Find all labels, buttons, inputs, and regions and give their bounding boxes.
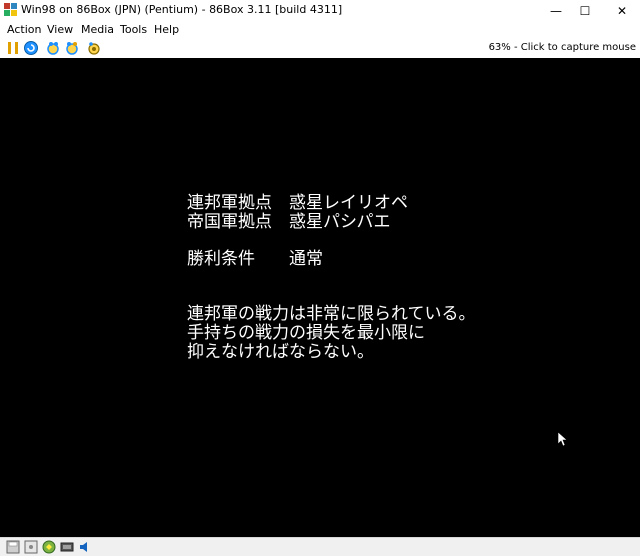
briefing-line-3: 抑えなければならない。 xyxy=(187,342,374,362)
close-icon: ✕ xyxy=(616,3,628,18)
cdrom-drive-icon[interactable] xyxy=(24,540,38,554)
briefing-line-1: 連邦軍の戦力は非常に限られている。 xyxy=(187,304,476,324)
emulator-screen[interactable]: 連邦軍拠点 惑星レイリオペ 帝国軍拠点 惑星パシパエ 勝利条件 通常 連邦軍の戦… xyxy=(0,58,640,537)
settings-icon[interactable] xyxy=(86,40,102,56)
menu-action[interactable]: Action xyxy=(7,23,41,36)
menu-help[interactable]: Help xyxy=(154,23,179,36)
menu-bar: Action View Media Tools Help xyxy=(0,21,640,38)
federation-base-line: 連邦軍拠点 惑星レイリオペ xyxy=(187,193,408,213)
floppy-drive-icon[interactable] xyxy=(6,540,20,554)
empire-base-line: 帝国軍拠点 惑星パシパエ xyxy=(187,212,391,232)
toolbar: 63% - Click to capture mouse xyxy=(0,38,640,58)
menu-view[interactable]: View xyxy=(47,23,73,36)
86box-app-icon[interactable] xyxy=(4,3,17,16)
pause-icon[interactable] xyxy=(5,40,21,56)
minimize-icon: — xyxy=(550,3,562,18)
network-icon[interactable] xyxy=(60,540,74,554)
maximize-icon: ☐ xyxy=(579,3,591,18)
menu-tools[interactable]: Tools xyxy=(120,23,147,36)
victory-condition-line: 勝利条件 通常 xyxy=(187,249,323,269)
menu-media[interactable]: Media xyxy=(81,23,114,36)
briefing-line-2: 手持ちの戦力の損失を最小限に xyxy=(187,323,425,343)
title-bar[interactable]: Win98 on 86Box (JPN) (Pentium) - 86Box 3… xyxy=(0,0,640,21)
mouse-cursor-icon xyxy=(558,432,568,447)
close-button[interactable]: ✕ xyxy=(606,0,638,21)
minimize-button[interactable]: — xyxy=(540,0,572,21)
hard-reset-icon[interactable] xyxy=(64,40,80,56)
ctrl-alt-del-icon[interactable] xyxy=(23,40,39,56)
hard-disk-icon[interactable] xyxy=(42,540,56,554)
reset-icon[interactable] xyxy=(45,40,61,56)
sound-icon[interactable] xyxy=(78,540,92,554)
capture-mouse-hint[interactable]: 63% - Click to capture mouse xyxy=(489,42,636,53)
window-title: Win98 on 86Box (JPN) (Pentium) - 86Box 3… xyxy=(21,3,343,16)
status-bar xyxy=(0,537,640,556)
maximize-button[interactable]: ☐ xyxy=(569,0,601,21)
